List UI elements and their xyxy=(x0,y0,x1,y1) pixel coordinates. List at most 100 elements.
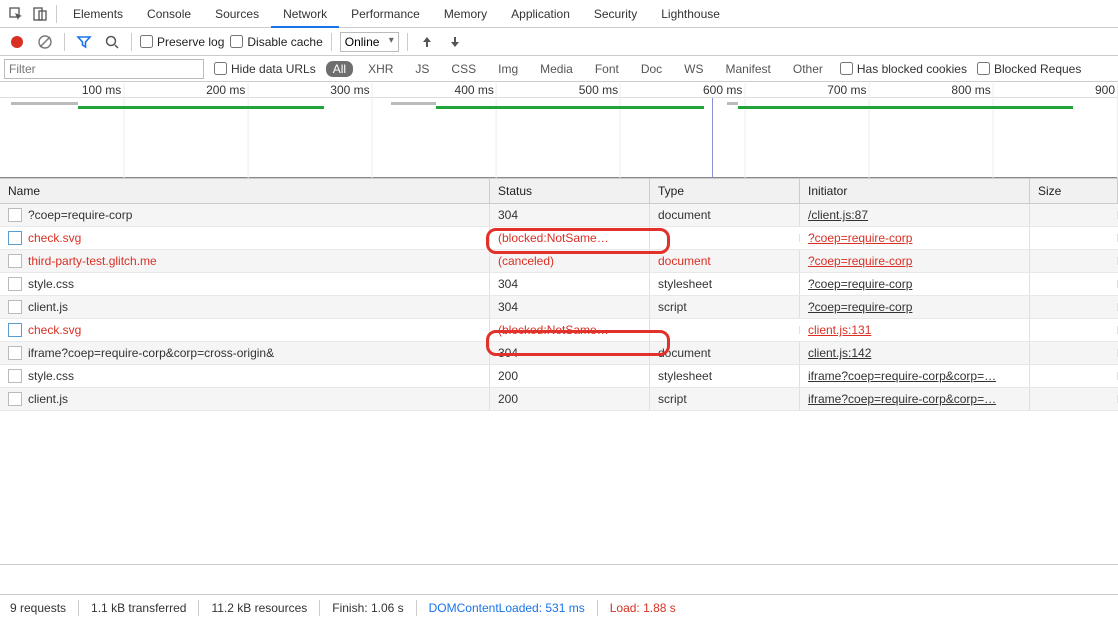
table-row[interactable]: style.css304stylesheet?coep=require-corp xyxy=(0,273,1118,296)
request-status: 304 xyxy=(490,204,650,226)
image-icon xyxy=(8,323,22,337)
request-size xyxy=(1030,257,1118,265)
record-icon[interactable] xyxy=(6,31,28,53)
filter-type-css[interactable]: CSS xyxy=(444,61,483,77)
table-row[interactable]: check.svg(blocked:NotSame…client.js:131 xyxy=(0,319,1118,342)
divider xyxy=(331,33,332,51)
search-icon[interactable] xyxy=(101,31,123,53)
inspect-icon[interactable] xyxy=(4,2,28,26)
requests-table: Name Status Type Initiator Size ?coep=re… xyxy=(0,178,1118,565)
table-row[interactable]: iframe?coep=require-corp&corp=cross-orig… xyxy=(0,342,1118,365)
device-toggle-icon[interactable] xyxy=(28,2,52,26)
throttle-select[interactable]: Online xyxy=(340,32,399,52)
request-type: script xyxy=(650,296,800,318)
tab-network[interactable]: Network xyxy=(271,0,339,28)
tab-lighthouse[interactable]: Lighthouse xyxy=(649,0,732,28)
request-status: 304 xyxy=(490,273,650,295)
request-size xyxy=(1030,349,1118,357)
request-type: stylesheet xyxy=(650,273,800,295)
filter-type-media[interactable]: Media xyxy=(533,61,580,77)
timeline-overview[interactable]: 100 ms200 ms300 ms400 ms500 ms600 ms700 … xyxy=(0,82,1118,178)
table-header: Name Status Type Initiator Size xyxy=(0,178,1118,204)
timeline-tick: 400 ms xyxy=(455,83,497,97)
filter-type-manifest[interactable]: Manifest xyxy=(719,61,778,77)
request-initiator[interactable]: client.js:142 xyxy=(808,346,871,360)
tab-memory[interactable]: Memory xyxy=(432,0,499,28)
network-toolbar: Preserve log Disable cache Online xyxy=(0,28,1118,56)
document-icon xyxy=(8,346,22,360)
tab-sources[interactable]: Sources xyxy=(203,0,271,28)
timeline-tick: 600 ms xyxy=(703,83,745,97)
request-type xyxy=(650,234,800,242)
request-size xyxy=(1030,326,1118,334)
table-row[interactable]: client.js200scriptiframe?coep=require-co… xyxy=(0,388,1118,411)
request-initiator[interactable]: iframe?coep=require-corp&corp=… xyxy=(808,369,996,383)
has-blocked-cookies-checkbox[interactable]: Has blocked cookies xyxy=(840,62,967,76)
document-icon xyxy=(8,369,22,383)
timeline-tick: 100 ms xyxy=(82,83,124,97)
blocked-requests-checkbox[interactable]: Blocked Reques xyxy=(977,62,1081,76)
table-row[interactable]: check.svg(blocked:NotSame…?coep=require-… xyxy=(0,227,1118,250)
timeline-tick: 900 xyxy=(1095,83,1118,97)
tab-elements[interactable]: Elements xyxy=(61,0,135,28)
request-type: stylesheet xyxy=(650,365,800,387)
table-row[interactable]: style.css200stylesheetiframe?coep=requir… xyxy=(0,365,1118,388)
timeline-tick: 800 ms xyxy=(951,83,993,97)
divider xyxy=(407,33,408,51)
filter-bar: Hide data URLs All XHR JS CSS Img Media Font Do… xyxy=(0,56,1118,82)
request-initiator[interactable]: ?coep=require-corp xyxy=(808,254,912,268)
col-type[interactable]: Type xyxy=(650,179,800,203)
status-requests: 9 requests xyxy=(10,601,66,615)
col-initiator[interactable]: Initiator xyxy=(800,179,1030,203)
table-row[interactable]: third-party-test.glitch.me(canceled)docu… xyxy=(0,250,1118,273)
filter-type-all[interactable]: All xyxy=(326,61,353,77)
filter-type-xhr[interactable]: XHR xyxy=(361,61,400,77)
filter-type-img[interactable]: Img xyxy=(491,61,525,77)
request-status: 304 xyxy=(490,342,650,364)
table-row[interactable]: client.js304script?coep=require-corp xyxy=(0,296,1118,319)
request-type: document xyxy=(650,204,800,226)
clear-icon[interactable] xyxy=(34,31,56,53)
col-size[interactable]: Size xyxy=(1030,179,1118,203)
col-name[interactable]: Name xyxy=(0,179,490,203)
timeline-tick: 200 ms xyxy=(206,83,248,97)
request-initiator[interactable]: /client.js:87 xyxy=(808,208,868,222)
document-icon xyxy=(8,254,22,268)
disable-cache-checkbox[interactable]: Disable cache xyxy=(230,35,322,49)
image-icon xyxy=(8,231,22,245)
request-name: style.css xyxy=(28,369,74,383)
request-initiator[interactable]: ?coep=require-corp xyxy=(808,231,912,245)
filter-type-ws[interactable]: WS xyxy=(677,61,710,77)
request-type: document xyxy=(650,250,800,272)
tab-application[interactable]: Application xyxy=(499,0,582,28)
request-initiator[interactable]: ?coep=require-corp xyxy=(808,277,912,291)
request-status: (blocked:NotSame… xyxy=(490,227,650,249)
download-icon[interactable] xyxy=(444,31,466,53)
hide-data-urls-checkbox[interactable]: Hide data URLs xyxy=(214,62,316,76)
filter-type-other[interactable]: Other xyxy=(786,61,830,77)
request-name: third-party-test.glitch.me xyxy=(28,254,157,268)
request-initiator[interactable]: client.js:131 xyxy=(808,323,871,337)
request-initiator[interactable]: ?coep=require-corp xyxy=(808,300,912,314)
filter-input[interactable] xyxy=(4,59,204,79)
request-initiator[interactable]: iframe?coep=require-corp&corp=… xyxy=(808,392,996,406)
request-size xyxy=(1030,234,1118,242)
divider xyxy=(131,33,132,51)
request-name: ?coep=require-corp xyxy=(28,208,132,222)
divider xyxy=(56,5,57,23)
table-row[interactable]: ?coep=require-corp 304document/client.js:… xyxy=(0,204,1118,227)
col-status[interactable]: Status xyxy=(490,179,650,203)
tab-performance[interactable]: Performance xyxy=(339,0,432,28)
filter-type-font[interactable]: Font xyxy=(588,61,626,77)
document-icon xyxy=(8,208,22,222)
tab-console[interactable]: Console xyxy=(135,0,203,28)
request-type xyxy=(650,326,800,334)
filter-type-doc[interactable]: Doc xyxy=(634,61,669,77)
tab-security[interactable]: Security xyxy=(582,0,649,28)
filter-type-js[interactable]: JS xyxy=(408,61,436,77)
filter-icon[interactable] xyxy=(73,31,95,53)
request-status: 304 xyxy=(490,296,650,318)
request-size xyxy=(1030,303,1118,311)
preserve-log-checkbox[interactable]: Preserve log xyxy=(140,35,224,49)
upload-icon[interactable] xyxy=(416,31,438,53)
